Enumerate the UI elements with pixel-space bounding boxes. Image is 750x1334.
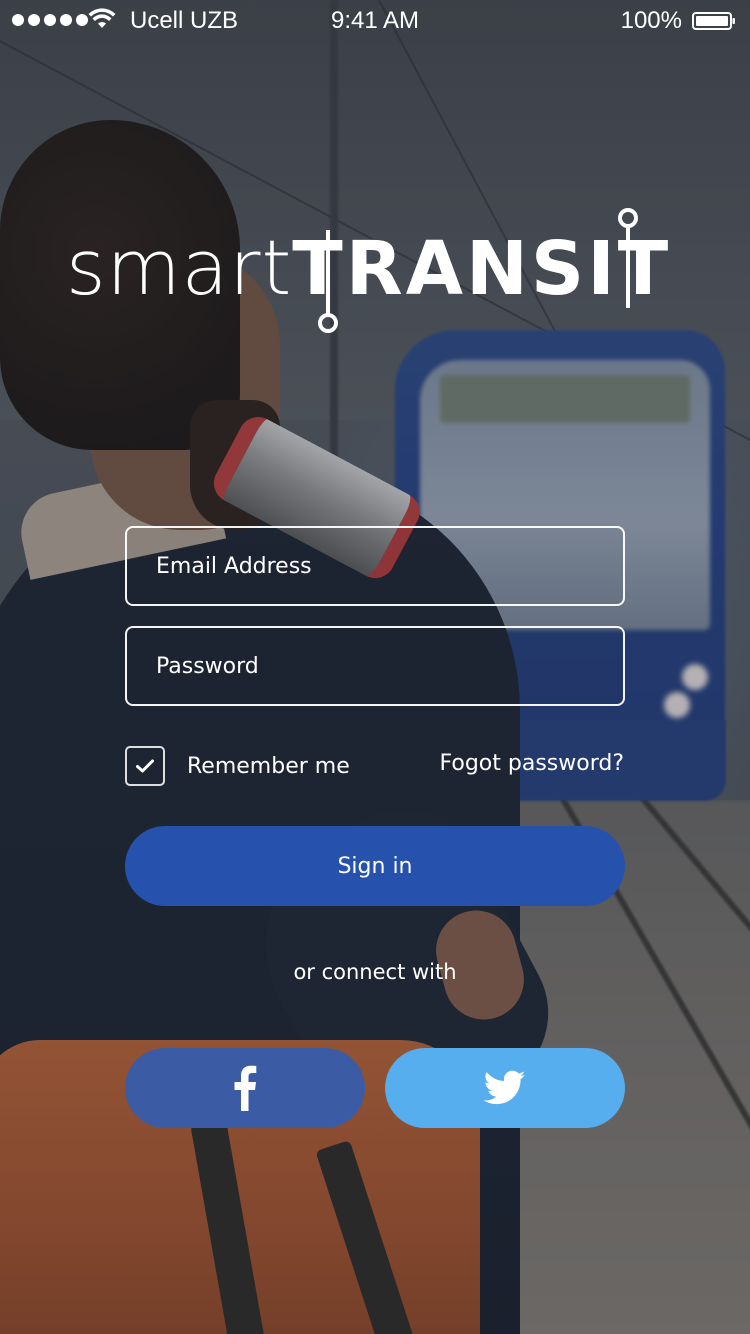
password-field[interactable]	[125, 626, 625, 706]
twitter-login-button[interactable]	[385, 1048, 625, 1128]
twitter-icon	[484, 1070, 526, 1105]
app-logo: smart TRANSIT	[66, 208, 686, 340]
remember-me-checkbox[interactable]	[125, 746, 165, 786]
connect-with-label: or connect with	[293, 960, 457, 984]
remember-me-label: Remember me	[187, 753, 350, 779]
logo-text-transit: TRANSIT	[292, 226, 672, 312]
route-pin-icon	[618, 208, 638, 308]
forgot-password-link[interactable]: Fogot password?	[440, 751, 625, 776]
facebook-icon	[234, 1065, 257, 1111]
facebook-login-button[interactable]	[125, 1048, 365, 1128]
remember-me-toggle[interactable]: Remember me	[125, 746, 350, 786]
route-pin-icon	[318, 230, 338, 333]
checkmark-icon	[136, 759, 154, 773]
logo-text-smart: smart	[66, 223, 293, 312]
sign-in-button[interactable]: Sign in	[125, 826, 625, 906]
password-input[interactable]	[127, 628, 623, 704]
battery-percentage: 100%	[620, 7, 682, 34]
email-input[interactable]	[127, 528, 623, 604]
battery-icon	[692, 12, 735, 30]
status-bar: Ucell UZB 9:41 AM 100%	[0, 0, 750, 40]
email-field[interactable]	[125, 526, 625, 606]
